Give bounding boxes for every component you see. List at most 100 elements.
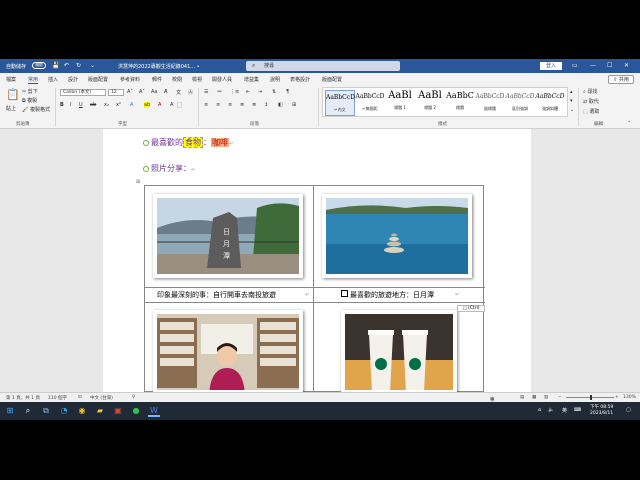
align-right-icon[interactable]: ≡ bbox=[228, 102, 232, 108]
accessibility-check-icon[interactable]: ⚲ bbox=[132, 395, 135, 400]
font-color-icon[interactable]: A bbox=[158, 102, 161, 108]
style-normal[interactable]: AaBbCcD ↵內文 bbox=[325, 90, 355, 116]
tab-mailings[interactable]: 郵件 bbox=[152, 76, 162, 83]
format-painter-button[interactable]: 🖌 複製格式 bbox=[22, 106, 50, 113]
photo-monument[interactable]: 日 月 潭 bbox=[153, 194, 303, 278]
tab-insert[interactable]: 插入 bbox=[48, 76, 58, 83]
strikethrough-icon[interactable]: ab bbox=[90, 102, 96, 108]
style-subtitle[interactable]: AaBbCcD 副標題 bbox=[475, 90, 505, 116]
redo-icon[interactable]: ↻ bbox=[76, 62, 81, 69]
char-shading-icon[interactable]: A bbox=[170, 102, 173, 108]
search-icon[interactable]: ⌕ bbox=[22, 405, 34, 417]
save-icon[interactable]: 💾 bbox=[52, 62, 59, 69]
undo-icon[interactable]: ↶ bbox=[64, 62, 69, 69]
style-emphasis[interactable]: AaBbCcD 強調斜體 bbox=[535, 90, 565, 116]
align-center-icon[interactable]: ≡ bbox=[216, 102, 220, 108]
line-app-icon[interactable]: ● bbox=[130, 405, 142, 417]
style-heading-2[interactable]: AaBl 標題 2 bbox=[415, 90, 445, 116]
phonetic-guide-icon[interactable]: 文 bbox=[176, 89, 181, 96]
tab-table-layout[interactable]: 版面配置 bbox=[322, 76, 342, 83]
bullets-icon[interactable]: ☰ bbox=[204, 89, 208, 95]
show-marks-icon[interactable]: ¶ bbox=[286, 89, 289, 95]
numbering-icon[interactable]: ≔ bbox=[217, 89, 222, 95]
notification-icon[interactable]: ▢ bbox=[626, 407, 631, 413]
checkbox-icon[interactable] bbox=[341, 290, 348, 297]
italic-icon[interactable]: I bbox=[70, 102, 71, 108]
subscript-icon[interactable]: x₂ bbox=[104, 102, 109, 108]
tab-addins[interactable]: 增益集 bbox=[244, 76, 259, 83]
autosave-toggle[interactable]: 關閉 bbox=[32, 62, 46, 69]
zoom-in-icon[interactable]: + bbox=[615, 395, 619, 400]
slides-icon[interactable]: ▣ bbox=[112, 405, 124, 417]
table-move-handle-icon[interactable]: ⊞ bbox=[136, 179, 140, 185]
font-name-select[interactable]: Calibri (本文) bbox=[60, 89, 106, 96]
superscript-icon[interactable]: x² bbox=[116, 102, 121, 108]
select-button[interactable]: ⬚ 選取 bbox=[583, 108, 599, 115]
grow-font-icon[interactable]: A˄ bbox=[127, 89, 133, 95]
share-button[interactable]: ⇪ 共用 bbox=[608, 75, 634, 84]
close-icon[interactable]: ✕ bbox=[624, 62, 629, 69]
ime-indicator[interactable]: 英 bbox=[562, 407, 567, 414]
decrease-indent-icon[interactable]: ⇤ bbox=[246, 89, 250, 95]
shrink-font-icon[interactable]: A˅ bbox=[139, 89, 145, 95]
clock-date[interactable]: 2023/8/11 bbox=[590, 411, 613, 416]
photo-coffee[interactable] bbox=[341, 310, 457, 394]
tab-view[interactable]: 檢視 bbox=[192, 76, 202, 83]
photo-library[interactable] bbox=[153, 310, 303, 394]
paste-icon[interactable]: 📋 bbox=[6, 88, 20, 101]
change-case-icon[interactable]: Aa bbox=[151, 89, 157, 95]
clock-time[interactable]: 下午 08:59 bbox=[590, 404, 613, 410]
maximize-icon[interactable]: ☐ bbox=[607, 62, 612, 69]
tab-table-design[interactable]: 表格設計 bbox=[290, 76, 310, 83]
quick-access-chevron-icon[interactable]: ⌄ bbox=[90, 62, 95, 69]
tab-references[interactable]: 參考資料 bbox=[120, 76, 140, 83]
styles-more-icon[interactable]: ⌄ bbox=[570, 107, 574, 113]
justify-icon[interactable]: ≣ bbox=[240, 102, 244, 108]
login-button[interactable]: 登入 bbox=[540, 62, 562, 70]
style-title[interactable]: AaBbC 標題 bbox=[445, 90, 475, 116]
tab-review[interactable]: 校閱 bbox=[172, 76, 182, 83]
line-spacing-icon[interactable]: ↕ bbox=[264, 102, 268, 108]
volume-icon[interactable]: 🔈 bbox=[548, 407, 554, 413]
zoom-level[interactable]: 130% bbox=[623, 395, 636, 400]
ime-mode-icon[interactable]: ⌨ bbox=[574, 407, 581, 413]
task-view-icon[interactable]: ⧉ bbox=[40, 405, 52, 417]
replace-button[interactable]: ⇄ 取代 bbox=[583, 98, 599, 105]
styles-scroll-up-icon[interactable]: ▴ bbox=[570, 89, 573, 95]
font-size-select[interactable]: 12 bbox=[108, 89, 124, 96]
tab-home[interactable]: 常用 bbox=[28, 76, 39, 84]
chrome-icon[interactable]: ◉ bbox=[76, 405, 88, 417]
language-indicator[interactable]: 中文 (台灣) bbox=[90, 395, 113, 401]
vertical-scrollbar[interactable] bbox=[630, 129, 640, 392]
search-box[interactable]: ⌕ 搜尋 bbox=[246, 61, 400, 71]
web-layout-icon[interactable]: ▥ bbox=[544, 395, 548, 400]
minimize-icon[interactable]: — bbox=[590, 62, 596, 69]
highlight-icon[interactable]: ab bbox=[144, 102, 151, 108]
text-effects-icon[interactable]: A bbox=[130, 102, 133, 108]
styles-scroll-down-icon[interactable]: ▾ bbox=[570, 98, 573, 104]
borders-icon[interactable]: ⊞ bbox=[292, 102, 296, 108]
edge-icon[interactable]: ◔ bbox=[58, 405, 70, 417]
read-mode-icon[interactable]: ▤ bbox=[520, 395, 524, 400]
enclose-char-icon[interactable]: Ⓐ bbox=[188, 89, 193, 96]
find-button[interactable]: ⌕ 尋找 bbox=[583, 88, 597, 95]
sort-icon[interactable]: ⇅ bbox=[272, 89, 276, 95]
style-heading-1[interactable]: AaBl 標題 1 bbox=[385, 90, 415, 116]
photo-lake[interactable] bbox=[322, 194, 472, 278]
collapse-ribbon-icon[interactable]: ˄ bbox=[628, 121, 631, 127]
increase-indent-icon[interactable]: ⇥ bbox=[258, 89, 262, 95]
file-explorer-icon[interactable]: ▰ bbox=[94, 405, 106, 417]
align-left-icon[interactable]: ≡ bbox=[204, 102, 208, 108]
tab-layout[interactable]: 版面配置 bbox=[88, 76, 108, 83]
copy-button[interactable]: ⧉ 複製 bbox=[22, 97, 37, 104]
multilevel-list-icon[interactable]: ⋮≡ bbox=[230, 89, 239, 95]
clear-format-icon[interactable]: A̸ bbox=[164, 89, 167, 95]
cut-button[interactable]: ✂ 剪下 bbox=[22, 88, 38, 95]
paste-options-button[interactable]: 📋(Ctrl) bbox=[457, 305, 485, 312]
zoom-out-icon[interactable]: − bbox=[558, 395, 562, 400]
style-subtle-emphasis[interactable]: AaBbCcD 區別強調 bbox=[505, 90, 535, 116]
accessibility-icon[interactable]: ⊡ bbox=[78, 395, 82, 400]
print-layout-icon[interactable]: ▦ bbox=[532, 395, 536, 400]
tab-file[interactable]: 檔案 bbox=[6, 76, 16, 83]
shading-icon[interactable]: ◧ bbox=[278, 102, 283, 108]
